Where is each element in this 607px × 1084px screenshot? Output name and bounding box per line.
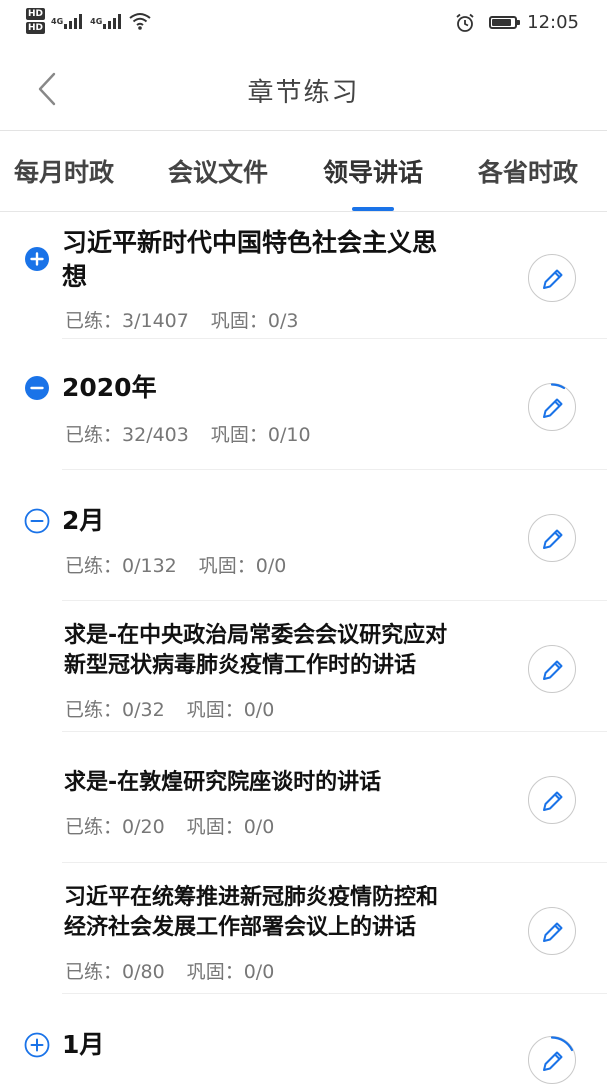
status-bar: HD HD 4G 4G 12:05 bbox=[0, 0, 607, 48]
item-stats: 已练：32/403 巩固：0/10 bbox=[65, 424, 311, 446]
edit-button[interactable] bbox=[528, 776, 576, 824]
tab-bar: 每月时政 会议文件 领导讲话 各省时政 bbox=[0, 131, 607, 212]
item-stats: 已练：0/20 巩固：0/0 bbox=[65, 816, 275, 838]
active-tab-indicator bbox=[352, 207, 394, 211]
pencil-icon bbox=[543, 922, 563, 942]
list-item[interactable]: 求是-在敦煌研究院座谈时的讲话 已练：0/20 巩固：0/0 bbox=[0, 732, 607, 862]
list-item[interactable]: 1月 bbox=[0, 994, 607, 1084]
list-item[interactable]: 2月 已练：0/132 巩固：0/0 bbox=[0, 470, 607, 600]
edit-button[interactable] bbox=[528, 1035, 576, 1084]
pencil-icon bbox=[543, 1051, 563, 1071]
signal-icon-1: 4G bbox=[51, 13, 83, 29]
item-title: 求是-在中央政治局常委会会议研究应对 新型冠状病毒肺炎疫情工作时的讲话 bbox=[64, 623, 448, 678]
pencil-icon bbox=[543, 269, 563, 289]
plus-outline-icon[interactable] bbox=[24, 1032, 50, 1058]
tab-meeting-docs[interactable]: 会议文件 bbox=[168, 153, 268, 189]
list-item[interactable]: 2020年 已练：32/403 巩固：0/10 bbox=[0, 339, 607, 469]
item-stats: 已练：0/32 巩固：0/0 bbox=[65, 699, 275, 721]
wifi-icon bbox=[129, 13, 151, 30]
hd-badge-2: HD bbox=[26, 22, 46, 34]
status-right: 12:05 bbox=[455, 12, 579, 33]
item-stats: 已练：0/132 巩固：0/0 bbox=[65, 555, 287, 577]
list-item[interactable]: 求是-在中央政治局常委会会议研究应对 新型冠状病毒肺炎疫情工作时的讲话 已练：0… bbox=[0, 601, 607, 731]
pencil-icon bbox=[543, 529, 563, 549]
page-title: 章节练习 bbox=[247, 78, 360, 108]
status-time: 12:05 bbox=[527, 12, 579, 33]
battery-icon bbox=[489, 16, 521, 29]
list-item[interactable]: 习近平在统筹推进新冠肺炎疫情防控和 经济社会发展工作部署会议上的讲话 已练：0/… bbox=[0, 863, 607, 993]
pencil-icon bbox=[543, 791, 563, 811]
pencil-icon bbox=[543, 660, 563, 680]
edit-button[interactable] bbox=[528, 907, 576, 955]
item-title: 1月 bbox=[62, 1030, 105, 1059]
alarm-icon bbox=[456, 13, 474, 32]
item-title: 2月 bbox=[62, 506, 105, 535]
item-title: 2020年 bbox=[62, 373, 157, 402]
minus-filled-icon[interactable] bbox=[24, 375, 50, 401]
edit-button[interactable] bbox=[528, 382, 576, 431]
edit-button[interactable] bbox=[528, 645, 576, 693]
item-title: 求是-在敦煌研究院座谈时的讲话 bbox=[64, 770, 382, 795]
item-title: 习近平在统筹推进新冠肺炎疫情防控和 经济社会发展工作部署会议上的讲话 bbox=[64, 885, 439, 940]
item-stats: 已练：0/80 巩固：0/0 bbox=[65, 961, 275, 983]
item-stats: 已练：3/1407 巩固：0/3 bbox=[65, 310, 299, 332]
tab-monthly-news[interactable]: 每月时政 bbox=[14, 153, 114, 189]
pencil-icon bbox=[543, 398, 563, 418]
edit-button[interactable] bbox=[528, 254, 576, 302]
status-left: HD HD 4G 4G bbox=[26, 8, 151, 34]
minus-outline-icon[interactable] bbox=[24, 508, 50, 534]
item-title: 习近平新时代中国特色社会主义思 想 bbox=[62, 228, 438, 291]
tab-provincial-news[interactable]: 各省时政 bbox=[478, 153, 578, 189]
edit-button[interactable] bbox=[528, 514, 576, 562]
hd-badge-1: HD bbox=[26, 8, 46, 20]
plus-filled-icon[interactable] bbox=[24, 246, 50, 272]
list-item[interactable]: 习近平新时代中国特色社会主义思 想 已练：3/1407 巩固：0/3 bbox=[0, 212, 607, 338]
signal-icon-2: 4G bbox=[90, 13, 122, 29]
app-header: 章节练习 bbox=[0, 48, 607, 131]
tab-leader-speeches[interactable]: 领导讲话 bbox=[323, 153, 423, 189]
